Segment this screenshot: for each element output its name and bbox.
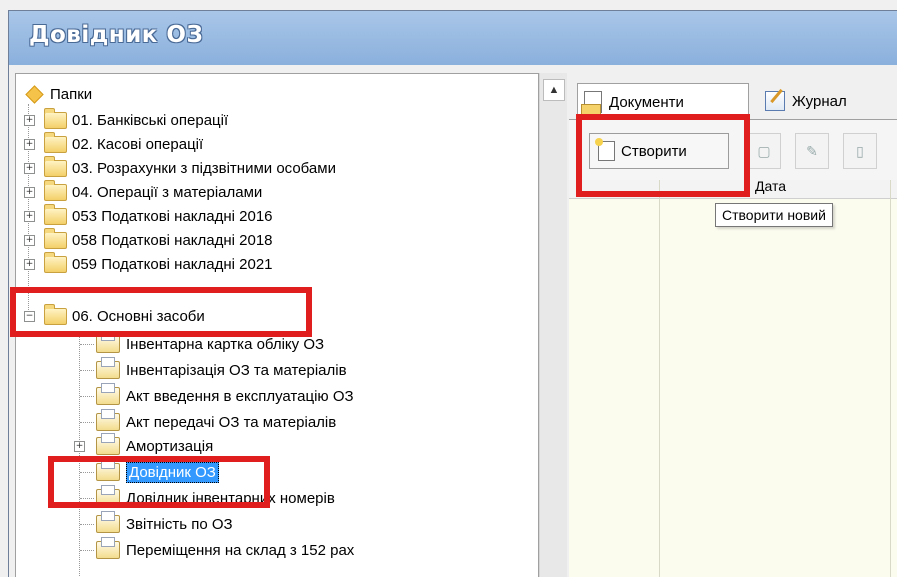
tree-folder-accountable[interactable]: + 03. Розрахунки з підзвітними особами xyxy=(24,155,336,180)
folder-icon xyxy=(44,131,67,153)
grid-column-divider xyxy=(659,180,660,577)
tree-folder-label: 04. Операції з матеріалами xyxy=(72,183,263,201)
window-title: Довідник ОЗ xyxy=(29,22,204,48)
journal-tab-icon xyxy=(765,91,785,111)
tree-item-fa-reports[interactable]: Звітність по ОЗ xyxy=(96,511,233,536)
document-folder-icon xyxy=(96,383,120,405)
folder-icon xyxy=(44,107,67,129)
document-folder-icon xyxy=(96,433,120,455)
tree-folder-label: 059 Податкові накладні 2021 xyxy=(72,255,273,273)
tree-item-label: Інвентарізація ОЗ та матеріалів xyxy=(126,361,347,379)
tree-folder-tax-2016[interactable]: + 053 Податкові накладні 2016 xyxy=(24,203,273,228)
tree-folder-banking[interactable]: + 01. Банківські операції xyxy=(24,107,229,132)
tree-item-commissioning-act[interactable]: Акт введення в експлуатацію ОЗ xyxy=(96,383,354,408)
tree-folder-label: 03. Розрахунки з підзвітними особами xyxy=(72,159,336,177)
grid-column-date[interactable]: Дата xyxy=(755,178,786,194)
grid-column-divider xyxy=(890,180,891,577)
tree-folder-label: 053 Податкові накладні 2016 xyxy=(72,207,273,225)
tree-folder-tax-2021[interactable]: + 059 Податкові накладні 2021 xyxy=(24,251,273,276)
folder-icon xyxy=(44,203,67,225)
tree-item-label: Звітність по ОЗ xyxy=(126,515,233,533)
tree-root[interactable]: Папки xyxy=(24,82,92,106)
expand-icon[interactable]: + xyxy=(24,139,35,150)
expand-icon[interactable]: + xyxy=(24,187,35,198)
tree-connector xyxy=(80,422,94,423)
edit-button[interactable]: ✎ xyxy=(795,133,829,169)
tree-folder-cash[interactable]: + 02. Касові операції xyxy=(24,131,204,156)
attach-button[interactable]: ▯ xyxy=(843,133,877,169)
tree-connector xyxy=(80,550,94,551)
tree-item-depreciation[interactable]: + Амортизація xyxy=(74,433,214,458)
tree-item-label: Переміщення на склад з 152 рах xyxy=(126,541,355,559)
documents-tab-icon xyxy=(581,91,602,115)
tree-folder-label: 02. Касові операції xyxy=(72,135,204,153)
documents-grid[interactable] xyxy=(569,199,897,577)
highlight-fixed-assets-folder xyxy=(10,287,312,337)
tree-connector xyxy=(80,524,94,525)
tree-connector xyxy=(80,344,94,345)
document-folder-icon xyxy=(96,537,120,559)
tree-item-inventory-check[interactable]: Інвентарізація ОЗ та матеріалів xyxy=(96,357,347,382)
tab-label: Документи xyxy=(609,93,684,111)
highlight-create-button xyxy=(576,114,750,197)
folder-icon xyxy=(44,251,67,273)
title-bar: Довідник ОЗ xyxy=(9,11,897,65)
tree-folder-materials[interactable]: + 04. Операції з матеріалами xyxy=(24,179,263,204)
tree-item-label: Акт передачі ОЗ та матеріалів xyxy=(126,413,337,431)
tree-item-transfer-act[interactable]: Акт передачі ОЗ та матеріалів xyxy=(96,409,337,434)
tree-item-label: Акт введення в експлуатацію ОЗ xyxy=(126,387,354,405)
copy-button[interactable]: ▢ xyxy=(747,133,781,169)
scroll-up-icon[interactable]: ▲ xyxy=(543,79,565,101)
tab-journal[interactable]: Журнал xyxy=(759,83,853,119)
tree-root-label: Папки xyxy=(50,85,93,103)
create-tooltip: Створити новий xyxy=(715,203,833,227)
folder-icon xyxy=(44,155,67,177)
tree-folder-tax-2018[interactable]: + 058 Податкові накладні 2018 xyxy=(24,227,273,252)
expand-icon[interactable]: + xyxy=(74,441,85,452)
document-folder-icon xyxy=(96,331,120,353)
folder-icon xyxy=(44,179,67,201)
document-folder-icon xyxy=(96,357,120,379)
tree-connector xyxy=(80,370,94,371)
expand-icon[interactable]: + xyxy=(24,259,35,270)
tab-label: Журнал xyxy=(792,92,847,110)
tree-connector xyxy=(80,396,94,397)
expand-icon[interactable]: + xyxy=(24,211,35,222)
tree-item-warehouse-transfer[interactable]: Переміщення на склад з 152 рах xyxy=(96,537,355,562)
tree-scrollbar[interactable]: ▲ xyxy=(539,73,567,577)
tree-item-label: Амортизація xyxy=(126,437,214,455)
folder-icon xyxy=(44,227,67,249)
expand-icon[interactable]: + xyxy=(24,235,35,246)
document-folder-icon xyxy=(96,409,120,431)
tree-item-label: Інвентарна картка обліку ОЗ xyxy=(126,335,325,353)
tree-folder-label: 01. Банківські операції xyxy=(72,111,229,129)
expand-icon[interactable]: + xyxy=(24,163,35,174)
expand-icon[interactable]: + xyxy=(24,115,35,126)
document-folder-icon xyxy=(96,511,120,533)
highlight-fa-reference-item xyxy=(48,456,270,508)
tree-folder-label: 058 Податкові накладні 2018 xyxy=(72,231,273,249)
root-folder-icon xyxy=(25,84,44,104)
